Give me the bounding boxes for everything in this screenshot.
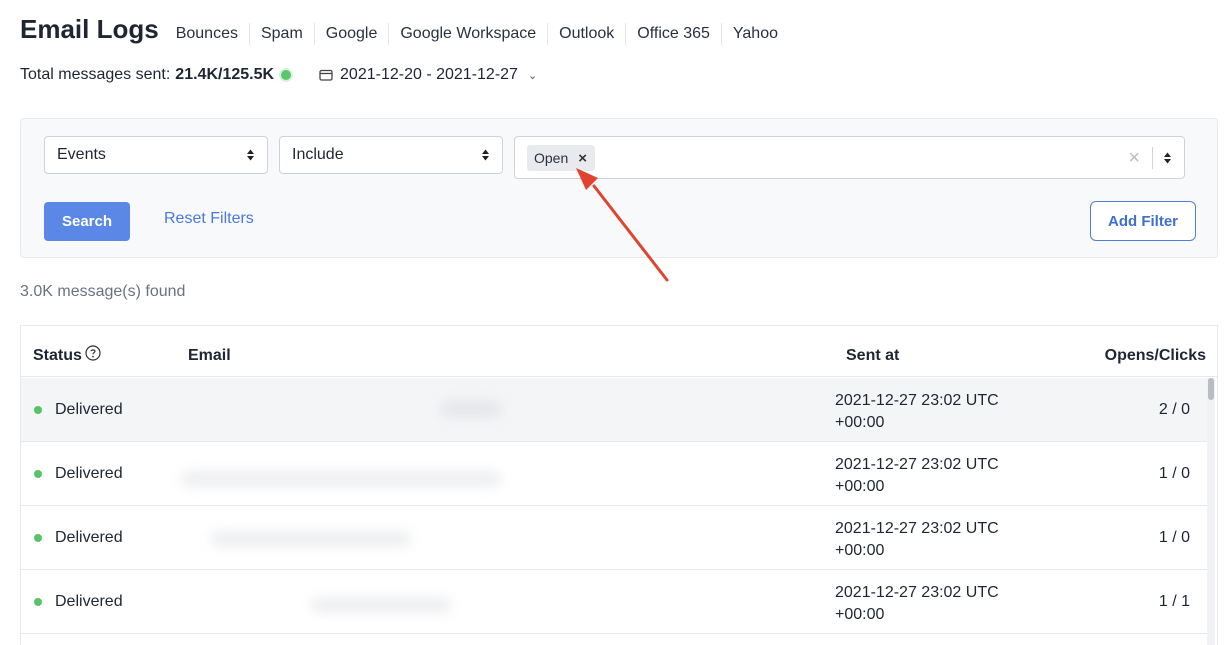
redacted-email [211, 532, 411, 546]
total-messages-value: 21.4K/125.5K [175, 66, 275, 83]
operator-select[interactable]: Include [279, 136, 503, 174]
sent-at-line1: 2021-12-27 23:02 UTC [835, 392, 999, 409]
row-status: Delivered [55, 465, 123, 482]
redacted-email [441, 402, 501, 416]
reset-filters-link[interactable]: Reset Filters [164, 210, 254, 228]
page-header: Email Logs Bounces Spam Google Google Wo… [20, 14, 789, 45]
select-divider [1152, 147, 1153, 169]
sort-arrows-icon [482, 149, 489, 161]
nav-bounces[interactable]: Bounces [165, 23, 249, 45]
table-scrollbar[interactable] [1207, 378, 1215, 645]
table-row[interactable]: Delivered 2021-12-27 23:02 UTC +00:00 1 … [21, 570, 1207, 634]
row-status: Delivered [55, 529, 123, 546]
delivered-dot [34, 534, 42, 542]
delivered-dot [34, 598, 42, 606]
tag-label: Open [534, 150, 569, 166]
redacted-email [181, 472, 501, 486]
date-range-picker[interactable]: 2021-12-20 - 2021-12-27 ⌄ [319, 66, 537, 84]
calendar-icon [319, 69, 333, 81]
status-indicator [281, 70, 292, 80]
row-opens-clicks: 1 / 0 [1158, 529, 1190, 546]
row-status: Delivered [55, 401, 123, 418]
search-button[interactable]: Search [44, 202, 130, 241]
nav-spam[interactable]: Spam [248, 23, 314, 45]
add-filter-button[interactable]: Add Filter [1090, 201, 1196, 241]
question-circle-icon[interactable] [85, 345, 101, 361]
filter-panel: Events Include Open × × Search Reset Fil… [20, 118, 1218, 258]
scrollbar-thumb[interactable] [1208, 378, 1214, 400]
row-status: Delivered [55, 593, 123, 610]
delivered-dot [34, 406, 42, 414]
table-row[interactable]: Delivered 2021-12-27 23:02 UTC +00:00 2 … [21, 378, 1207, 442]
nav-yahoo[interactable]: Yahoo [720, 23, 789, 45]
row-sent-at: 2021-12-27 23:02 UTC +00:00 [835, 582, 999, 626]
chevron-down-icon: ⌄ [527, 69, 538, 82]
nav-outlook[interactable]: Outlook [547, 23, 625, 45]
event-values-select[interactable]: Open × × [514, 136, 1185, 179]
row-sent-at: 2021-12-27 23:02 UTC +00:00 [835, 454, 999, 498]
operator-select-value: Include [292, 146, 344, 163]
col-sent-at[interactable]: Sent at [846, 347, 899, 365]
row-sent-at: 2021-12-27 23:02 UTC +00:00 [835, 390, 999, 434]
field-select-value: Events [57, 146, 106, 163]
date-range-value: 2021-12-20 - 2021-12-27 [340, 66, 518, 83]
sent-at-line1: 2021-12-27 23:02 UTC [835, 456, 999, 473]
sent-at-line2: +00:00 [835, 606, 885, 623]
sort-arrows-icon [247, 149, 254, 161]
redacted-email [311, 598, 451, 612]
table-header: Status Email Sent at Opens/Clicks [21, 326, 1217, 377]
email-log-table: Status Email Sent at Opens/Clicks Delive… [20, 325, 1218, 645]
sent-at-line2: +00:00 [835, 414, 885, 431]
sort-arrows-icon[interactable] [1163, 151, 1172, 165]
row-opens-clicks: 1 / 1 [1158, 593, 1190, 610]
close-icon[interactable]: × [578, 150, 587, 167]
page-title: Email Logs [20, 14, 159, 44]
row-opens-clicks: 2 / 0 [1158, 401, 1190, 418]
sent-at-line1: 2021-12-27 23:02 UTC [835, 520, 999, 537]
results-count: 3.0K message(s) found [20, 283, 186, 300]
delivered-dot [34, 470, 42, 478]
col-email[interactable]: Email [188, 347, 231, 365]
nav-office-365[interactable]: Office 365 [625, 23, 721, 45]
table-row[interactable]: Delivered 2021-12-27 23:02 UTC +00:00 1 … [21, 506, 1207, 570]
sent-at-line1: 2021-12-27 23:02 UTC [835, 584, 999, 601]
total-messages-label: Total messages sent: [20, 66, 171, 83]
sent-at-line2: +00:00 [835, 478, 885, 495]
provider-nav: Bounces Spam Google Google Workspace Out… [165, 23, 789, 45]
sent-at-line2: +00:00 [835, 542, 885, 559]
clear-x-icon[interactable]: × [1128, 147, 1140, 170]
field-select[interactable]: Events [44, 136, 268, 174]
row-sent-at: 2021-12-27 23:02 UTC +00:00 [835, 518, 999, 562]
nav-google[interactable]: Google [313, 23, 389, 45]
summary-bar: Total messages sent: 21.4K/125.5K 2021-1… [20, 66, 537, 84]
tag-open: Open × [527, 145, 596, 171]
nav-google-workspace[interactable]: Google Workspace [388, 23, 547, 45]
row-opens-clicks: 1 / 0 [1158, 465, 1190, 482]
table-row[interactable]: Delivered 2021-12-27 23:02 UTC +00:00 1 … [21, 442, 1207, 506]
col-opens-clicks[interactable]: Opens/Clicks [1105, 347, 1206, 365]
col-status[interactable]: Status [33, 347, 82, 365]
